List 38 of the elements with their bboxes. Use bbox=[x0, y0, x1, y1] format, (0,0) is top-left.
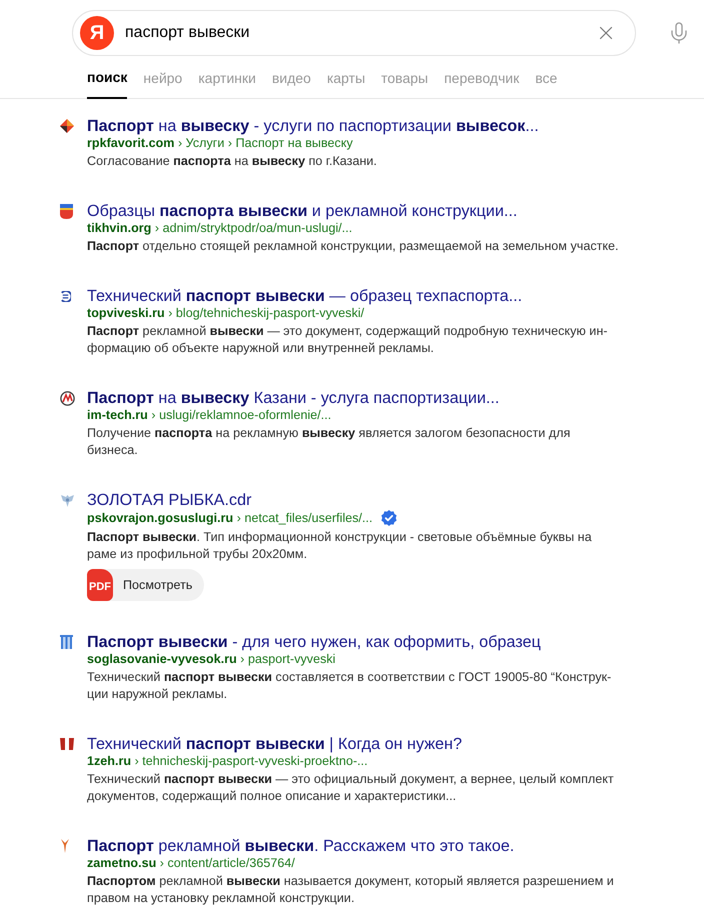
result-snippet: Согласование паспорта на вывеску по г.Казани. bbox=[87, 153, 378, 170]
result-url-link[interactable]: im-tech.ru › uslugi/reklamnoe-oformlenie/... bbox=[87, 407, 332, 423]
result-title-link[interactable]: ЗОЛОТАЯ РЫБКА.cdr bbox=[87, 491, 621, 509]
search-field[interactable]: Я паспорт вывески bbox=[72, 10, 636, 56]
shield-icon bbox=[60, 204, 73, 218]
striped-circle-icon bbox=[60, 290, 71, 302]
result-title-link[interactable]: Паспорт на вывеску - услуги по паспортизации вывесок... bbox=[87, 117, 621, 135]
result-snippet: Паспорт рекламной вывески — это документ, содержащий подробную техническую ин-формацию об объекте наружной или внутренней рекламы. bbox=[87, 323, 608, 357]
figure-icon bbox=[60, 839, 70, 853]
result-url-link[interactable]: rpkfavorit.com › Услуги › Паспорт на вывеску bbox=[87, 135, 353, 151]
result-url-link[interactable]: tikhvin.org › adnim/stryktpodr/oa/mun-uslugi/... bbox=[87, 220, 352, 236]
result-title-link[interactable]: Технический паспорт вывески — образец техпаспорта... bbox=[87, 287, 621, 305]
result-snippet: Паспортом рекламной вывески называется документ, который является разрешением и правом на установку рекламной конструкции. bbox=[87, 873, 615, 907]
eagle-emblem-icon bbox=[60, 492, 75, 508]
result-snippet: Паспорт вывески. Тип информационной конструкции - световые объёмные буквы на раме из профильной трубы 20х20мм. bbox=[87, 529, 593, 563]
result-title-link[interactable]: Технический паспорт вывески | Когда он нужен? bbox=[87, 735, 621, 753]
search-tab[interactable]: поиск bbox=[87, 64, 128, 99]
result-title-link[interactable]: Паспорт на вывеску Казани - услуга паспортизации... bbox=[87, 389, 621, 407]
pdf-badge: PDF bbox=[87, 569, 113, 601]
result-snippet: Технический паспорт вывески составляется в соответствии с ГОСТ 19005-80 “Конструк-ции наружной рекламы. bbox=[87, 669, 612, 703]
result-url-link[interactable]: 1zeh.ru › tehnicheskij-pasport-vyveski-proektno-... bbox=[87, 753, 368, 769]
view-pdf-button[interactable]: PDF Посмотреть bbox=[87, 569, 204, 601]
result-title-link[interactable]: Паспорт вывески - для чего нужен, как оформить, образец bbox=[87, 633, 621, 651]
result-title-link[interactable]: Паспорт рекламной вывески. Расскажем что это такое. bbox=[87, 837, 621, 855]
result-url-link[interactable]: zametno.su › content/article/365764/ bbox=[87, 855, 295, 871]
twin-bars-icon bbox=[60, 737, 74, 751]
search-query: паспорт вывески bbox=[125, 23, 251, 43]
result-url-link[interactable]: soglasovanie-vyvesok.ru › pasport-vyveski bbox=[87, 651, 336, 667]
result-snippet: Получение паспорта на рекламную вывеску является залогом безопасности для бизнеса. bbox=[87, 425, 572, 459]
result-snippet: Паспорт отдельно стоящей рекламной конструкции, размещаемой на земельном участке. bbox=[87, 238, 620, 255]
result-title-link[interactable]: Образцы паспорта вывески и рекламной конструкции... bbox=[87, 202, 621, 220]
result-url-link[interactable]: topviveski.ru › blog/tehnicheskij-pasport-vyveski/ bbox=[87, 305, 364, 321]
result-url-link[interactable]: pskovrajon.gosuslugi.ru › netcat_files/userfiles/... bbox=[87, 510, 373, 526]
search-logo[interactable]: Я bbox=[80, 16, 114, 50]
diamond-icon bbox=[60, 119, 74, 133]
result-snippet: Технический паспорт вывески — это официальный документ, а вернее, целый комплект документов, содержащий полное описание и характеристики... bbox=[87, 771, 615, 805]
building-icon bbox=[60, 635, 73, 649]
circle-logo-icon bbox=[60, 390, 75, 406]
